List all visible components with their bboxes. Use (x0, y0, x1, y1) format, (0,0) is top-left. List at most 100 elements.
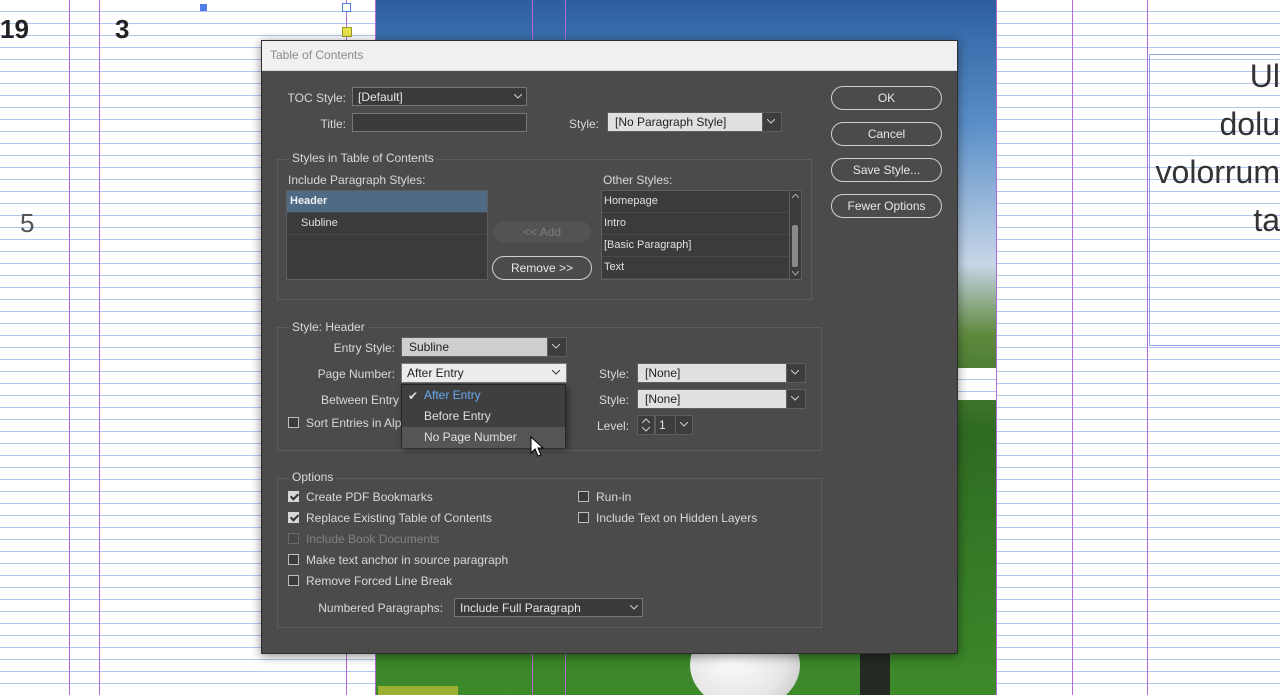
add-button[interactable]: << Add (492, 220, 592, 244)
between-entry-label: Between Entry (321, 393, 400, 407)
list-item[interactable]: Header (287, 191, 487, 213)
include-styles-label: Include Paragraph Styles: (288, 173, 426, 187)
page-number-style-value: [None] (645, 366, 681, 380)
chevron-down-icon (786, 390, 805, 408)
page-number-value: After Entry (407, 366, 464, 380)
margin-guide (99, 0, 100, 695)
ok-button[interactable]: OK (831, 86, 942, 110)
scrollbar-thumb[interactable] (792, 225, 798, 267)
frame-text-line: ta (1253, 202, 1280, 238)
list-item[interactable]: [Basic Paragraph] (602, 235, 801, 257)
list-item[interactable]: Intro (602, 213, 801, 235)
numbered-paragraphs-value: Include Full Paragraph (460, 601, 581, 615)
margin-guide (69, 0, 70, 695)
text-frame[interactable] (1149, 54, 1280, 346)
entry-style-value: Subline (409, 340, 450, 354)
list-item[interactable]: Subline (287, 213, 487, 235)
menu-item-after-entry[interactable]: ✔ After Entry (402, 385, 565, 406)
make-text-anchor-label: Make text anchor in source paragraph (306, 553, 509, 567)
toc-dialog: Table of Contents TOC Style: [Default] T… (261, 40, 958, 654)
scroll-down-icon[interactable] (792, 271, 799, 276)
chevron-down-icon (510, 88, 526, 105)
page-number-side: 5 (20, 208, 35, 238)
mouse-cursor-icon (530, 436, 544, 457)
toc-style-value: [Default] (358, 90, 403, 104)
title-label: Title: (320, 117, 346, 131)
cancel-button[interactable]: Cancel (831, 122, 942, 146)
toc-style-dropdown[interactable]: [Default] (352, 87, 527, 106)
other-styles-list[interactable]: Homepage Intro [Basic Paragraph] Text (601, 190, 802, 280)
level-value: 1 (659, 418, 666, 432)
options-title: Options (289, 470, 337, 484)
scroll-up-icon[interactable] (792, 194, 799, 199)
page-number-style-dropdown[interactable]: [None] (637, 363, 806, 383)
title-style-value: [No Paragraph Style] (615, 115, 727, 129)
replace-existing-label: Replace Existing Table of Contents (306, 511, 492, 525)
remove-forced-break-label: Remove Forced Line Break (306, 574, 453, 588)
include-styles-list[interactable]: Header Subline (286, 190, 488, 280)
selection-handle[interactable] (342, 3, 351, 12)
frame-text-line: dolu (1219, 106, 1280, 142)
include-hidden-layers-label: Include Text on Hidden Layers (596, 511, 758, 525)
margin-guide (1072, 0, 1073, 695)
level-label: Level: (597, 419, 630, 433)
level-stepper[interactable] (637, 415, 655, 435)
chevron-down-icon (626, 599, 642, 616)
frame-handle[interactable] (342, 27, 352, 37)
page-number-style-label: Style: (599, 367, 630, 381)
run-in-label: Run-in (596, 490, 632, 504)
remove-forced-break-checkbox[interactable] (288, 575, 299, 586)
frame-text-line: volorrum (1155, 154, 1280, 190)
menu-item-before-entry[interactable]: Before Entry (402, 406, 565, 427)
stepper-arrows-icon (642, 418, 650, 432)
styles-in-toc-title: Styles in Table of Contents (289, 151, 437, 165)
check-icon: ✔ (408, 389, 419, 403)
numbered-paragraphs-dropdown[interactable]: Include Full Paragraph (454, 598, 643, 617)
dialog-title: Table of Contents (270, 48, 364, 62)
make-text-anchor-checkbox[interactable] (288, 554, 299, 565)
margin-guide (1147, 0, 1148, 695)
list-item[interactable]: Text (602, 257, 801, 279)
save-style-button[interactable]: Save Style... (831, 158, 942, 182)
title-style-dropdown[interactable]: [No Paragraph Style] (607, 112, 782, 132)
other-styles-label: Other Styles: (603, 173, 673, 187)
create-pdf-bookmarks-label: Create PDF Bookmarks (306, 490, 433, 504)
include-book-documents-label: Include Book Documents (306, 532, 440, 546)
page-number-dropdown[interactable]: After Entry (401, 363, 567, 383)
chevron-down-icon (762, 113, 781, 131)
level-dropdown[interactable]: 1 (655, 415, 693, 435)
toc-style-label: TOC Style: (287, 91, 346, 105)
include-hidden-layers-checkbox[interactable] (578, 512, 589, 523)
fewer-options-button[interactable]: Fewer Options (831, 194, 942, 218)
entry-style-label: Entry Style: (333, 341, 395, 355)
run-in-checkbox[interactable] (578, 491, 589, 502)
replace-existing-checkbox[interactable] (288, 512, 299, 523)
chevron-down-icon (547, 338, 566, 356)
page-number-middle: 3 (115, 14, 130, 44)
sort-entries-checkbox[interactable] (288, 417, 299, 428)
chevron-down-icon (675, 416, 692, 434)
other-styles-scrollbar[interactable] (789, 191, 801, 279)
between-style-dropdown[interactable]: [None] (637, 389, 806, 409)
chevron-down-icon (548, 364, 566, 382)
between-style-value: [None] (645, 392, 681, 406)
title-input[interactable] (352, 113, 527, 132)
style-header-title: Style: Header (289, 320, 368, 334)
remove-button[interactable]: Remove >> (492, 256, 592, 280)
numbered-paragraphs-label: Numbered Paragraphs: (318, 601, 443, 615)
create-pdf-bookmarks-checkbox[interactable] (288, 491, 299, 502)
chevron-down-icon (786, 364, 805, 382)
frame-text-line: Ul (1249, 58, 1280, 94)
title-style-label: Style: (569, 117, 600, 131)
between-style-label: Style: (599, 393, 630, 407)
list-item[interactable]: Homepage (602, 191, 801, 213)
page-number-label: Page Number: (317, 367, 395, 381)
margin-guide (996, 0, 997, 695)
selection-handle[interactable] (200, 4, 207, 11)
entry-style-dropdown[interactable]: Subline (401, 337, 567, 357)
dialog-titlebar[interactable]: Table of Contents (262, 41, 957, 71)
sort-entries-label: Sort Entries in Alp (306, 416, 402, 430)
include-book-documents-checkbox[interactable] (288, 533, 299, 544)
page-number-left: 19 (0, 14, 29, 44)
green-bar (378, 686, 458, 695)
